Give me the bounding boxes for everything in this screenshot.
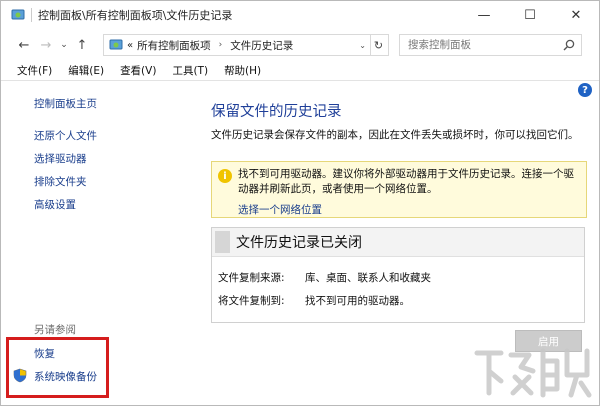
- window-controls: — ☐ ✕: [461, 1, 599, 29]
- system-image-backup-link[interactable]: 系统映像备份: [34, 369, 97, 384]
- see-also-heading: 另请参阅: [34, 324, 76, 336]
- close-button[interactable]: ✕: [553, 1, 599, 29]
- info-icon: i: [218, 169, 232, 183]
- shield-icon: [13, 368, 27, 383]
- refresh-button[interactable]: ↻: [369, 34, 389, 56]
- control-panel-home-link[interactable]: 控制面板主页: [34, 96, 97, 111]
- menu-help[interactable]: 帮助(H): [216, 63, 269, 78]
- title-bar: 控制面板\所有控制面板项\文件历史记录 — ☐ ✕: [1, 1, 599, 29]
- restore-personal-files-link[interactable]: 还原个人文件: [34, 128, 97, 143]
- status-label: 文件复制来源:: [218, 272, 285, 284]
- minimize-button[interactable]: —: [461, 1, 507, 29]
- address-overflow[interactable]: «: [127, 40, 133, 51]
- menu-edit[interactable]: 编辑(E): [60, 63, 112, 78]
- address-bar: ← → ⌄ ↑ « 所有控制面板项 › 文件历史记录 ⌄ ↻: [1, 31, 599, 59]
- watermark-logo-icon: [474, 348, 592, 398]
- advanced-settings-link[interactable]: 高级设置: [34, 197, 76, 212]
- file-history-window: 控制面板\所有控制面板项\文件历史记录 — ☐ ✕ ← → ⌄ ↑ « 所有控制…: [0, 0, 600, 406]
- info-banner: i 找不到可用驱动器。建议你将外部驱动器用于文件历史记录。连接一个驱动器并刷新此…: [211, 161, 587, 218]
- breadcrumb-all-items[interactable]: 所有控制面板项: [137, 38, 211, 53]
- menu-tools[interactable]: 工具(T): [164, 63, 216, 78]
- status-label: 将文件复制到:: [218, 295, 285, 307]
- status-indicator: [215, 231, 230, 253]
- up-button[interactable]: ↑: [71, 34, 93, 56]
- back-button[interactable]: ←: [13, 34, 35, 56]
- search-icon[interactable]: [563, 39, 575, 51]
- page-title: 保留文件的历史记录: [211, 104, 342, 120]
- status-panel: 文件历史记录已关闭 文件复制来源: 库、桌面、联系人和收藏夹 将文件复制到: 找…: [211, 227, 585, 323]
- menu-file[interactable]: 文件(F): [1, 63, 60, 78]
- menu-bar: 文件(F) 编辑(E) 查看(V) 工具(T) 帮助(H): [1, 61, 599, 81]
- info-message: 找不到可用驱动器。建议你将外部驱动器用于文件历史记录。连接一个驱动器并刷新此页，…: [238, 168, 574, 195]
- status-row-source: 文件复制来源: 库、桌面、联系人和收藏夹: [218, 270, 431, 285]
- status-row-destination: 将文件复制到: 找不到可用的驱动器。: [218, 293, 410, 308]
- help-icon[interactable]: ?: [578, 83, 592, 97]
- maximize-button[interactable]: ☐: [507, 1, 553, 29]
- status-value: 找不到可用的驱动器。: [305, 295, 410, 307]
- select-drive-link[interactable]: 选择驱动器: [34, 151, 87, 166]
- left-pane: 控制面板主页 还原个人文件 选择驱动器 排除文件夹 高级设置 另请参阅 恢复 系…: [1, 82, 201, 406]
- breadcrumb-file-history[interactable]: 文件历史记录: [230, 38, 293, 53]
- forward-button[interactable]: →: [35, 34, 57, 56]
- page-description: 文件历史记录会保存文件的副本，因此在文件丢失或损坏时，你可以找回它们。: [211, 129, 579, 141]
- search-input[interactable]: [408, 39, 558, 51]
- address-field[interactable]: « 所有控制面板项 › 文件历史记录 ⌄: [103, 34, 371, 56]
- status-title: 文件历史记录已关闭: [236, 235, 362, 251]
- control-panel-location-icon: [109, 39, 123, 50]
- address-dropdown-icon[interactable]: ⌄: [359, 41, 366, 50]
- breadcrumb-separator-icon[interactable]: ›: [219, 40, 223, 50]
- recent-locations-button[interactable]: ⌄: [57, 34, 71, 56]
- status-value: 库、桌面、联系人和收藏夹: [305, 272, 431, 284]
- recovery-link[interactable]: 恢复: [34, 346, 55, 361]
- exclude-folders-link[interactable]: 排除文件夹: [34, 174, 87, 189]
- status-header: 文件历史记录已关闭: [212, 228, 584, 257]
- control-panel-icon: [11, 9, 25, 20]
- window-title: 控制面板\所有控制面板项\文件历史记录: [38, 9, 233, 22]
- menu-view[interactable]: 查看(V): [112, 63, 164, 78]
- select-network-location-link[interactable]: 选择一个网络位置: [238, 202, 322, 217]
- search-box: [399, 34, 582, 56]
- title-separator: [31, 8, 32, 22]
